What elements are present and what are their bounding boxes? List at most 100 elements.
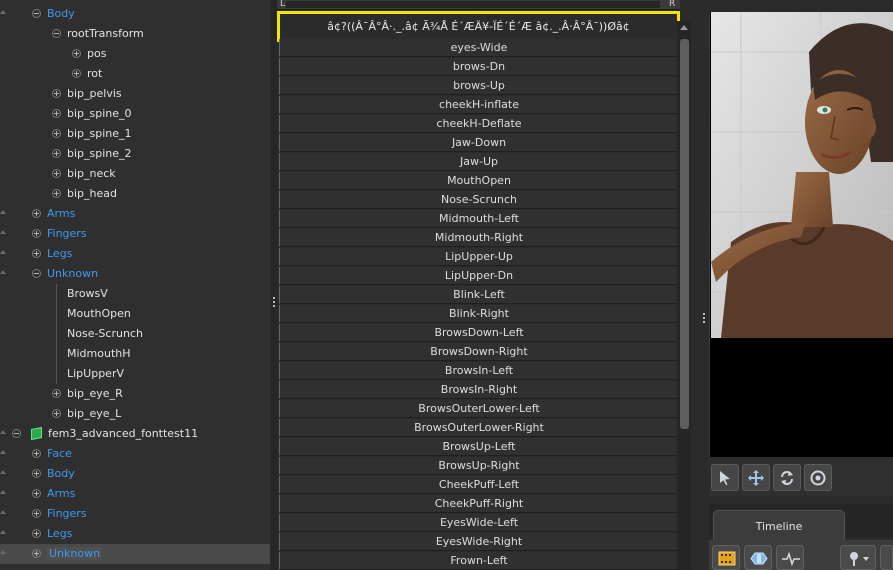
tree-row[interactable]: Body — [0, 464, 270, 484]
panel-splitter-right[interactable] — [700, 0, 708, 570]
collapse-toggle-icon[interactable] — [32, 269, 41, 278]
add-marker-button[interactable] — [840, 545, 876, 570]
tree-row[interactable]: fem3_advanced_fonttest11 — [0, 424, 270, 444]
list-item[interactable]: LipUpper-Dn — [279, 267, 678, 285]
list-item[interactable]: EyesWide-Left — [279, 514, 678, 532]
hierarchy-panel: Body rootTransform pos rot bip_pelvis bip_spi… — [0, 0, 270, 570]
list-item[interactable]: brows-Dn — [279, 58, 678, 76]
tree-row[interactable]: rootTransform — [0, 24, 270, 44]
expand-toggle-icon[interactable] — [72, 49, 81, 58]
list-item[interactable]: MouthOpen — [279, 172, 678, 190]
tree-row[interactable]: Arms — [0, 484, 270, 504]
expand-marker-icon — [0, 10, 6, 14]
list-item[interactable]: Midmouth-Right — [279, 229, 678, 247]
expand-toggle-icon[interactable] — [32, 449, 41, 458]
tree-row[interactable]: bip_pelvis — [0, 84, 270, 104]
tree-row[interactable]: BrowsV — [0, 284, 270, 304]
tree-row[interactable]: Unknown — [0, 264, 270, 284]
tree-row[interactable]: Legs — [0, 524, 270, 544]
tree-row[interactable]: bip_eye_L — [0, 404, 270, 424]
balance-slider[interactable]: L ... R — [277, 0, 680, 15]
list-item[interactable]: CheekPuff-Left — [279, 476, 678, 494]
highlighted-list-item[interactable]: â¢?((Â¯Â°Â·._.â¢ Ã¾Å É´ÆÄ¥-ÏÉ´É´Æ â¢._.Â… — [277, 11, 680, 42]
ruler-left-label: L — [280, 0, 286, 9]
scroll-up-arrow-icon[interactable] — [680, 25, 688, 30]
expand-toggle-icon[interactable] — [32, 549, 41, 558]
graph-button[interactable] — [776, 545, 804, 570]
scrollbar-thumb[interactable] — [680, 39, 689, 429]
list-item[interactable]: Blink-Left — [279, 286, 678, 304]
expand-toggle-icon[interactable] — [32, 229, 41, 238]
tree-row[interactable]: rot — [0, 64, 270, 84]
list-item[interactable]: BrowsUp-Left — [279, 438, 678, 456]
expand-toggle-icon[interactable] — [52, 109, 61, 118]
flex-sliders-button[interactable] — [744, 545, 772, 570]
list-item[interactable]: eyes-Wide — [279, 39, 678, 57]
move-tool-button[interactable] — [742, 464, 770, 491]
tree-row[interactable]: Fingers — [0, 504, 270, 524]
list-item[interactable]: cheekH-Deflate — [279, 115, 678, 133]
list-item[interactable]: CheekPuff-Right — [279, 495, 678, 513]
tree-row[interactable]: bip_eye_R — [0, 384, 270, 404]
tree-row[interactable]: bip_spine_1 — [0, 124, 270, 144]
list-item[interactable]: brows-Up — [279, 77, 678, 95]
list-item[interactable]: BrowsOuterLower-Right — [279, 419, 678, 437]
list-item[interactable]: Blink-Right — [279, 305, 678, 323]
collapse-toggle-icon[interactable] — [52, 29, 61, 38]
list-item[interactable]: BrowsDown-Right — [279, 343, 678, 361]
overflow-button[interactable] — [880, 545, 893, 570]
expand-toggle-icon[interactable] — [52, 169, 61, 178]
expand-toggle-icon[interactable] — [52, 149, 61, 158]
tree-row[interactable]: Fingers — [0, 224, 270, 244]
expand-toggle-icon[interactable] — [32, 249, 41, 258]
tree-row[interactable]: MouthOpen — [0, 304, 270, 324]
list-item-label: Blink-Right — [449, 307, 509, 320]
tab-timeline[interactable]: Timeline — [713, 510, 845, 540]
tree-row[interactable]: Legs — [0, 244, 270, 264]
tree-row[interactable]: bip_spine_0 — [0, 104, 270, 124]
expand-toggle-icon[interactable] — [32, 209, 41, 218]
expand-toggle-icon[interactable] — [32, 469, 41, 478]
rotate-tool-button[interactable] — [773, 464, 801, 491]
list-item[interactable]: LipUpper-Up — [279, 248, 678, 266]
list-item[interactable]: cheekH-inflate — [279, 96, 678, 114]
collapse-toggle-icon[interactable] — [32, 9, 41, 18]
list-item[interactable]: BrowsIn-Right — [279, 381, 678, 399]
list-item[interactable]: EyesWide-Right — [279, 533, 678, 551]
tree-row[interactable]: bip_spine_2 — [0, 144, 270, 164]
expand-toggle-icon[interactable] — [32, 489, 41, 498]
expand-toggle-icon[interactable] — [32, 529, 41, 538]
expand-toggle-icon[interactable] — [72, 69, 81, 78]
list-scrollbar[interactable] — [677, 21, 691, 570]
tree-row[interactable]: bip_head — [0, 184, 270, 204]
list-item[interactable]: BrowsIn-Left — [279, 362, 678, 380]
expand-toggle-icon[interactable] — [52, 129, 61, 138]
tree-row[interactable]: Arms — [0, 204, 270, 224]
tree-row[interactable]: Unknown — [0, 544, 270, 564]
tree-row[interactable]: Nose-Scrunch — [0, 324, 270, 344]
expand-toggle-icon[interactable] — [52, 89, 61, 98]
collapse-toggle-icon[interactable] — [12, 429, 21, 438]
3d-viewport[interactable] — [709, 12, 893, 457]
list-item[interactable]: Nose-Scrunch — [279, 191, 678, 209]
list-item[interactable]: BrowsOuterLower-Left — [279, 400, 678, 418]
expand-toggle-icon[interactable] — [52, 409, 61, 418]
list-item[interactable]: BrowsUp-Right — [279, 457, 678, 475]
list-item[interactable]: Jaw-Down — [279, 134, 678, 152]
film-strip-button[interactable] — [712, 545, 740, 570]
tree-row[interactable]: bip_neck — [0, 164, 270, 184]
tree-row[interactable]: MidmouthH — [0, 344, 270, 364]
expand-toggle-icon[interactable] — [52, 189, 61, 198]
list-item[interactable]: Frown-Left — [279, 552, 678, 570]
expand-toggle-icon[interactable] — [52, 389, 61, 398]
tree-row[interactable]: LipUpperV — [0, 364, 270, 384]
orbit-tool-button[interactable] — [804, 464, 832, 491]
list-item[interactable]: BrowsDown-Left — [279, 324, 678, 342]
list-item[interactable]: Jaw-Up — [279, 153, 678, 171]
tree-row[interactable]: Body — [0, 4, 270, 24]
list-item[interactable]: Midmouth-Left — [279, 210, 678, 228]
expand-toggle-icon[interactable] — [32, 509, 41, 518]
tree-row[interactable]: Face — [0, 444, 270, 464]
tree-row[interactable]: pos — [0, 44, 270, 64]
select-tool-button[interactable] — [711, 464, 739, 491]
